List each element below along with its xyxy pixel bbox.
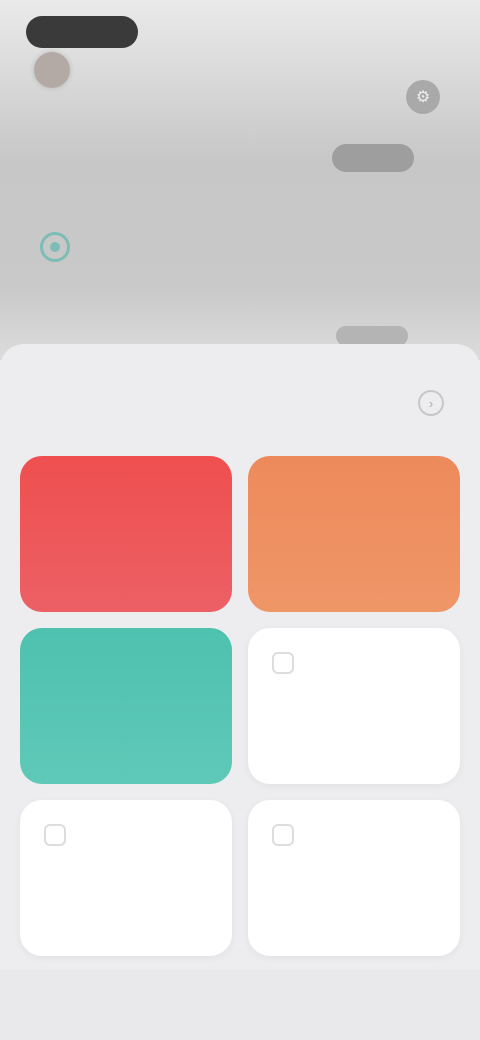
content-sheet: › bbox=[0, 344, 480, 1040]
target-icon bbox=[40, 232, 70, 262]
card-grid bbox=[20, 456, 460, 956]
settings-icon[interactable]: ⚙ bbox=[406, 80, 440, 114]
card-orange[interactable] bbox=[248, 456, 460, 612]
card-red[interactable] bbox=[20, 456, 232, 612]
chevron-right-icon[interactable]: › bbox=[418, 390, 444, 416]
status-time bbox=[26, 16, 138, 48]
card-white-1[interactable] bbox=[248, 628, 460, 784]
bottom-bar bbox=[0, 970, 480, 1040]
user-profile[interactable] bbox=[34, 52, 84, 88]
header-action-button[interactable] bbox=[332, 144, 414, 172]
card-teal[interactable] bbox=[20, 628, 232, 784]
avatar[interactable] bbox=[34, 52, 70, 88]
header: ⚙ bbox=[0, 0, 480, 360]
card-white-2[interactable] bbox=[20, 800, 232, 956]
square-icon bbox=[272, 652, 294, 674]
square-icon bbox=[44, 824, 66, 846]
square-icon bbox=[272, 824, 294, 846]
feature-row[interactable] bbox=[40, 232, 84, 262]
card-white-3[interactable] bbox=[248, 800, 460, 956]
header-link[interactable] bbox=[336, 326, 408, 346]
